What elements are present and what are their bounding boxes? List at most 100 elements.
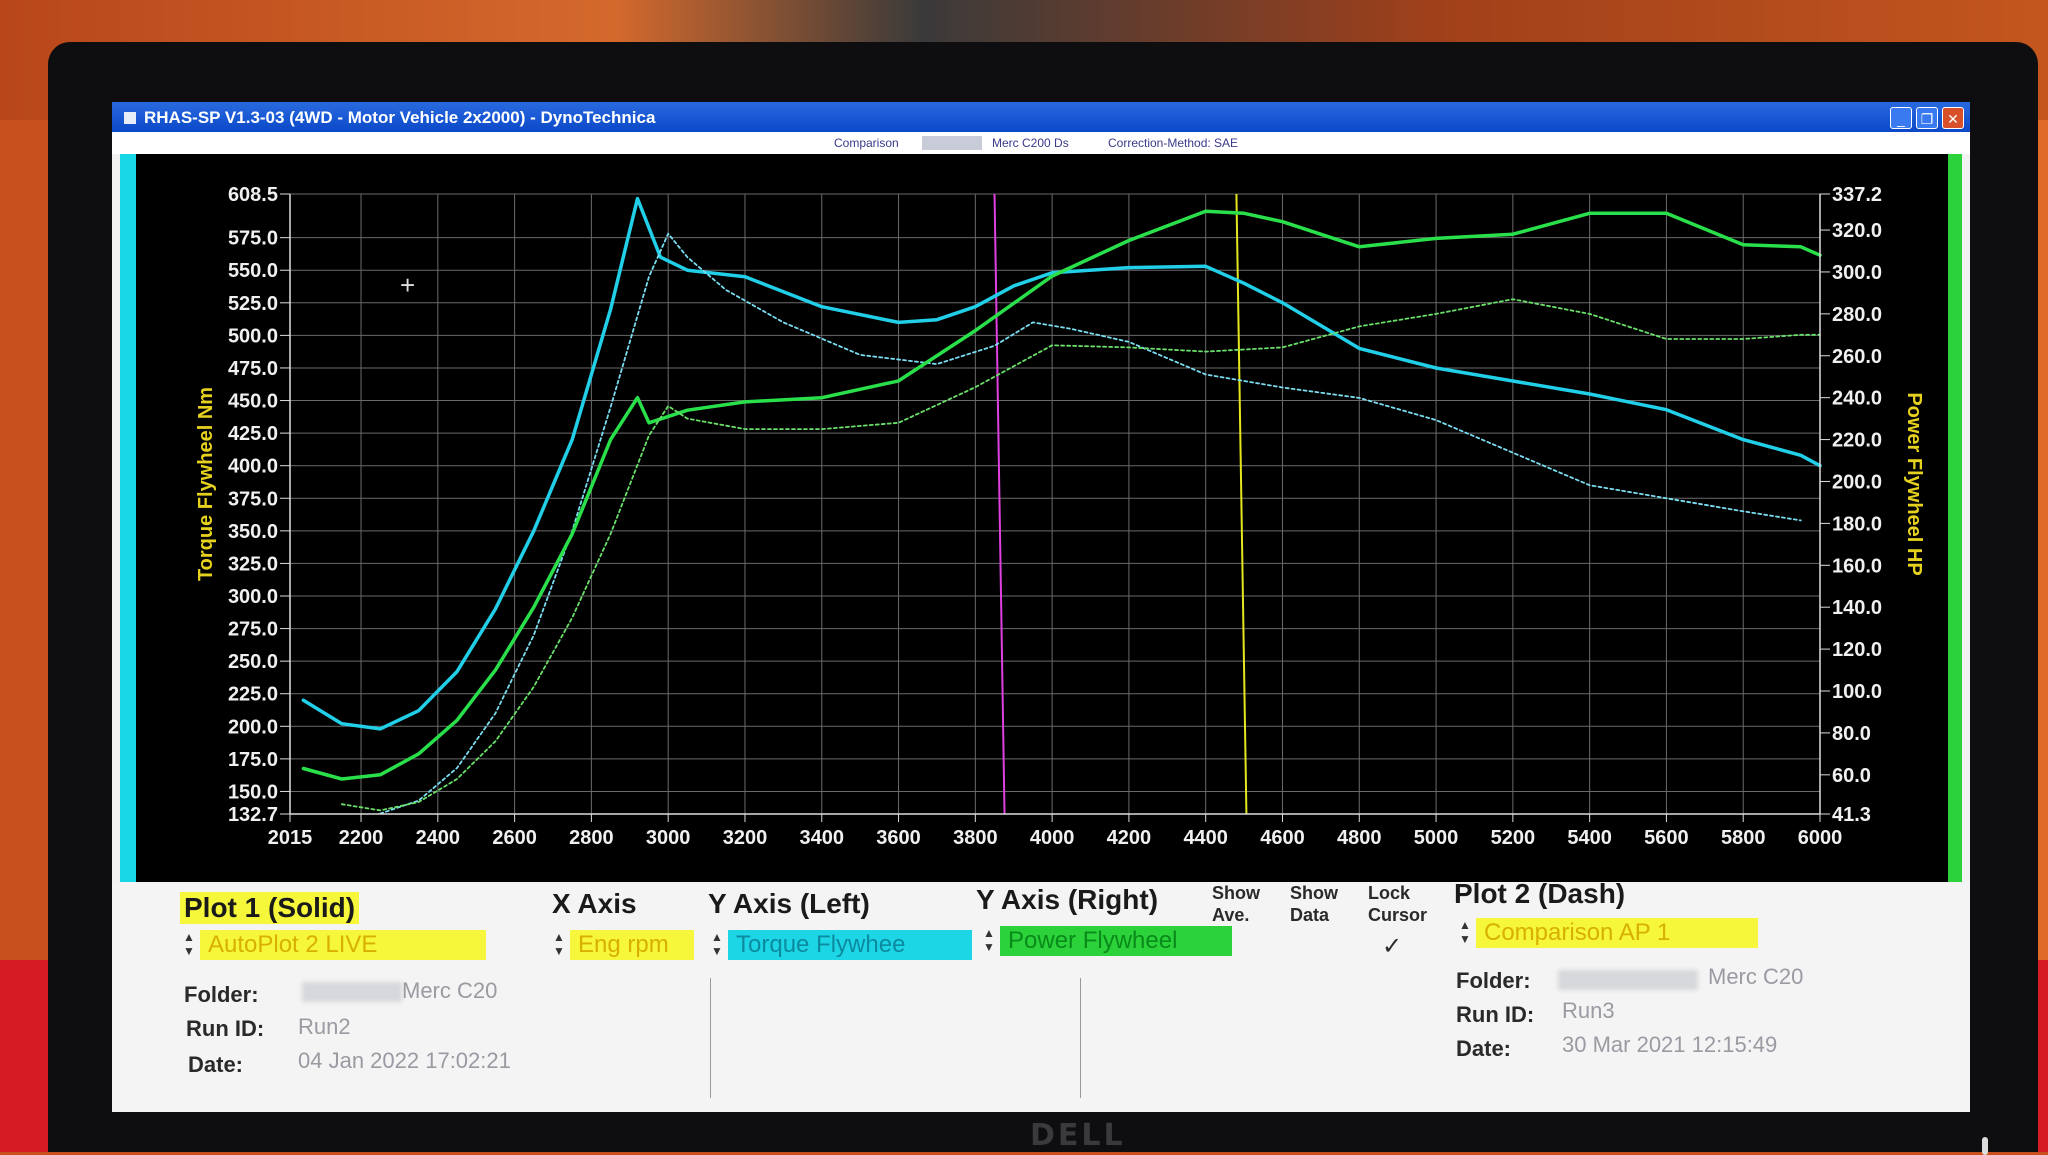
y-right-tick-label: 200.0 <box>1832 471 1882 493</box>
y-left-tick-label: 350.0 <box>228 521 278 543</box>
x-tick-label: 4400 <box>1183 827 1228 849</box>
y-left-tick-label: 150.0 <box>228 781 278 803</box>
plot2-select[interactable]: Comparison AP 1 <box>1476 918 1758 948</box>
x-tick-label: 4600 <box>1260 827 1305 849</box>
minimize-button[interactable]: _ <box>1890 107 1912 129</box>
x-tick-label: 5000 <box>1414 827 1459 849</box>
x-tick-label: 3200 <box>723 827 768 849</box>
y-left-tick-label: 275.0 <box>228 619 278 641</box>
x-tick-label: 3400 <box>800 827 845 849</box>
x-tick-label: 2015 <box>268 827 313 849</box>
comparison-label: Comparison <box>834 136 899 150</box>
show-ave-toggle[interactable]: Show Ave. <box>1212 882 1284 926</box>
x-tick-label: 2400 <box>416 827 461 849</box>
plot2-folder-redacted <box>1558 970 1698 990</box>
y-axis-right-select[interactable]: Power Flywheel <box>1000 926 1232 956</box>
y-right-tick-label: 320.0 <box>1832 220 1882 242</box>
plot2-date-label: Date: <box>1456 1036 1512 1061</box>
y-left-tick-label: 250.0 <box>228 651 278 673</box>
crosshair-cursor-icon: + <box>400 270 415 300</box>
y-left-tick-label: 132.7 <box>228 804 278 826</box>
plot1-date-label: Date: <box>188 1052 244 1077</box>
plot1-folder-redacted <box>302 982 402 1002</box>
right-axis-color-stripe <box>1948 154 1962 882</box>
y-right-tick-label: 80.0 <box>1832 723 1871 745</box>
x-tick-label: 4200 <box>1107 827 1152 849</box>
control-panel: Plot 1 (Solid) ▲ ▼ AutoPlot 2 LIVE Folder… <box>112 878 1970 1112</box>
y-left-tick-label: 225.0 <box>228 684 278 706</box>
y-right-tick-label: 240.0 <box>1832 388 1882 410</box>
y-right-tick-label: 337.2 <box>1832 184 1882 206</box>
y-axis-left-title: Torque Flywheel Nm <box>195 387 217 581</box>
x-tick-label: 3800 <box>953 827 998 849</box>
y-right-tick-label: 160.0 <box>1832 555 1882 577</box>
plot1-folder-label: Folder: <box>184 982 259 1007</box>
plot1-spinner-icon[interactable]: ▲ ▼ <box>182 930 196 960</box>
y-right-tick-label: 41.3 <box>1832 804 1871 826</box>
x-tick-label: 5800 <box>1721 827 1766 849</box>
y-axis-right-spinner-icon[interactable]: ▲ ▼ <box>982 926 996 956</box>
plot1-select[interactable]: AutoPlot 2 LIVE <box>200 930 486 960</box>
left-axis-color-stripe <box>120 154 136 882</box>
y-axis-left-select[interactable]: Torque Flywhee <box>728 930 972 960</box>
app-window: RHAS-SP V1.3-03 (4WD - Motor Vehicle 2x2… <box>112 102 1970 1112</box>
y-right-tick-label: 300.0 <box>1832 262 1882 284</box>
y-left-tick-label: 550.0 <box>228 260 278 282</box>
y-axis-right-title: Power Flywheel HP <box>1903 392 1925 575</box>
maximize-button[interactable]: ❐ <box>1916 107 1938 129</box>
plot2-runid-label: Run ID: <box>1456 1002 1535 1027</box>
x-tick-label: 5200 <box>1491 827 1536 849</box>
plot1-date-value: 04 Jan 2022 17:02:21 <box>298 1048 511 1073</box>
power-led <box>1982 1137 1988 1155</box>
x-axis-heading: X Axis <box>552 888 637 919</box>
plot2-date-value: 30 Mar 2021 12:15:49 <box>1562 1032 1778 1057</box>
x-tick-label: 4800 <box>1337 827 1382 849</box>
y-left-tick-label: 500.0 <box>228 325 278 347</box>
app-icon <box>124 112 136 124</box>
y-left-tick-label: 450.0 <box>228 391 278 413</box>
title-bar: RHAS-SP V1.3-03 (4WD - Motor Vehicle 2x2… <box>112 102 1970 132</box>
plot2-folder-value: Merc C20 <box>1708 964 1804 989</box>
dyno-chart[interactable]: 2015 2200 2400 2600 2800 3000 3200 3400 3600 3800… <box>120 154 1962 882</box>
x-tick-label: 2200 <box>339 827 384 849</box>
y-right-tick-label: 60.0 <box>1832 765 1871 787</box>
lock-cursor-checkmark-icon: ✓ <box>1382 933 1403 960</box>
y-right-tick-label: 180.0 <box>1832 513 1882 535</box>
y-right-tick-label: 220.0 <box>1832 430 1882 452</box>
plot2-folder-label: Folder: <box>1456 968 1531 993</box>
x-axis-spinner-icon[interactable]: ▲ ▼ <box>552 930 566 960</box>
close-button[interactable]: ✕ <box>1942 107 1964 129</box>
comparison-value-box <box>922 136 982 150</box>
x-tick-label: 4000 <box>1030 827 1075 849</box>
torque-solid-series-line <box>301 196 1822 731</box>
plot1-runid-label: Run ID: <box>186 1016 265 1041</box>
plot1-runid-value: Run2 <box>298 1014 351 1039</box>
plot1-heading: Plot 1 (Solid) <box>180 892 360 924</box>
chart-svg: 2015 2200 2400 2600 2800 3000 3200 3400 3600 3800… <box>195 184 1925 849</box>
show-data-toggle[interactable]: Show Data <box>1290 882 1360 926</box>
correction-method: Correction-Method: SAE <box>1108 136 1239 150</box>
plot2-spinner-icon[interactable]: ▲ ▼ <box>1458 918 1472 948</box>
lock-cursor-toggle[interactable]: Lock Cursor <box>1368 882 1432 926</box>
y-left-tick-label: 475.0 <box>228 358 278 380</box>
y-left-tick-label: 575.0 <box>228 228 278 250</box>
x-tick-label: 6000 <box>1798 827 1843 849</box>
x-axis-select[interactable]: Eng rpm <box>570 930 694 960</box>
y-right-tick-label: 100.0 <box>1832 681 1882 703</box>
yellow-cursor-line <box>1235 193 1248 815</box>
y-left-tick-label: 325.0 <box>228 553 278 575</box>
x-tick-label: 3600 <box>876 827 921 849</box>
plot2-runid-value: Run3 <box>1562 998 1615 1023</box>
x-tick-label: 2600 <box>492 827 536 849</box>
divider <box>710 978 711 1098</box>
y-left-tick-label: 200.0 <box>228 716 278 738</box>
y-left-tick-label: 300.0 <box>228 586 278 608</box>
monitor-brand-logo: DELL <box>1030 1118 1126 1153</box>
y-left-tick-label: 425.0 <box>228 423 278 445</box>
y-left-tick-label: 175.0 <box>228 749 278 771</box>
magenta-cursor-line <box>993 193 1006 815</box>
plot2-heading: Plot 2 (Dash) <box>1454 878 1626 909</box>
y-right-tick-label: 120.0 <box>1832 639 1882 661</box>
y-left-tick-label: 608.5 <box>228 184 278 206</box>
y-axis-left-spinner-icon[interactable]: ▲ ▼ <box>710 930 724 960</box>
